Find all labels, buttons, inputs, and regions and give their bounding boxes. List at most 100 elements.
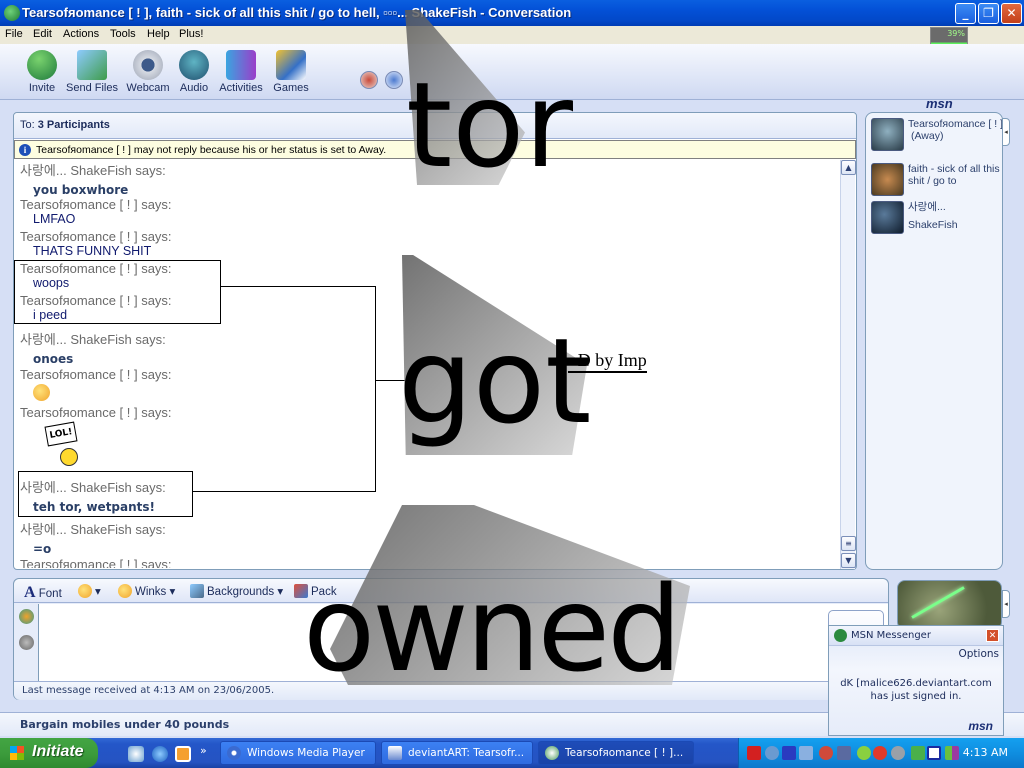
menu-file[interactable]: File (5, 28, 23, 40)
ie-icon[interactable] (152, 746, 168, 762)
task-label: Tearsofяomance [ ! ]... (565, 747, 684, 759)
sign-in-toast[interactable]: MSN Messenger ✕ Options dK [malice626.de… (828, 625, 1004, 736)
tray-messenger-icon[interactable] (765, 746, 779, 760)
message-history[interactable]: 사랑에... ShakeFish says: you boxwhore Tear… (20, 160, 838, 568)
start-button[interactable]: Initiate (0, 738, 98, 768)
menu-edit[interactable]: Edit (33, 28, 52, 40)
emoticon-button[interactable]: ▾ (78, 584, 101, 598)
message-input[interactable] (38, 604, 888, 681)
packs-label: Pack (311, 586, 337, 598)
participant-count[interactable]: 3 Participants (38, 119, 110, 131)
invite-button[interactable]: Invite (24, 50, 60, 94)
participant-avatar (871, 163, 904, 196)
toast-title: MSN Messenger (851, 630, 931, 641)
collapse-display-picture-tab[interactable]: ◂ (1002, 590, 1010, 618)
font-label: Font (38, 588, 62, 600)
tray-grid-icon[interactable] (945, 746, 959, 760)
taskbar-item-media-player[interactable]: Windows Media Player (220, 741, 376, 765)
my-display-picture[interactable] (897, 580, 1002, 630)
games-button[interactable]: Games (272, 50, 310, 94)
audio-label: Audio (179, 82, 209, 94)
msn-logo: msn (926, 96, 953, 111)
menu-help[interactable]: Help (147, 28, 170, 40)
webcam-label: Webcam (126, 82, 170, 94)
tray-play-icon[interactable] (927, 746, 941, 760)
message: Tearsofяomance [ ! ] says: LOL! (20, 405, 172, 468)
scroll-thumb[interactable]: ≡ (841, 536, 856, 551)
handwriting-icon[interactable] (19, 609, 34, 624)
to-bar: To: 3 Participants (14, 113, 856, 139)
messenger-icon[interactable] (128, 746, 144, 762)
system-tray: 4:13 AM (738, 738, 1024, 768)
last-message-status: Last message received at 4:13 AM on 23/0… (22, 685, 275, 696)
task-label: Windows Media Player (247, 747, 365, 759)
backgrounds-icon (190, 584, 204, 598)
webcam-button[interactable]: Webcam (126, 50, 170, 94)
winks-label: Winks (135, 586, 167, 598)
scroll-down-button[interactable]: ▼ (841, 553, 856, 568)
menu-bar: File Edit Actions Tools Help Plus! (0, 26, 1024, 44)
message-sender: 사랑에... ShakeFish says: (20, 522, 166, 537)
tray-nvidia-icon[interactable] (857, 746, 871, 760)
tray-bluetooth-icon[interactable] (782, 746, 796, 760)
tray-flash-icon[interactable] (873, 746, 887, 760)
message: 사랑에... ShakeFish says: =o (20, 519, 166, 556)
send-files-icon (77, 50, 107, 80)
winks-icon (118, 584, 132, 598)
taskbar-item-deviantart[interactable]: deviantART: Tearsofr... (381, 741, 533, 765)
connector-line (193, 491, 376, 492)
connector-line (375, 380, 405, 381)
audio-button[interactable]: Audio (178, 50, 210, 94)
tray-fox-icon[interactable] (819, 746, 833, 760)
tray-update-icon[interactable] (911, 746, 925, 760)
block-icon[interactable] (360, 71, 378, 89)
activities-button[interactable]: Activities (218, 50, 264, 94)
formatting-toolbar: A Font ▾ Winks ▾ Backgrounds ▾ Pack (14, 579, 888, 603)
toast-options-link[interactable]: Options (958, 648, 999, 660)
quick-launch-chevron-icon[interactable]: » (200, 744, 207, 757)
menu-actions[interactable]: Actions (63, 28, 99, 40)
composer-status-line: Last message received at 4:13 AM on 23/0… (14, 681, 888, 700)
voice-clip-icon[interactable] (19, 635, 34, 650)
participant-avatar (871, 118, 904, 151)
toast-message[interactable]: dK [malice626.deviantart.com has just si… (829, 677, 1003, 703)
minimize-button[interactable]: _ (955, 3, 976, 24)
message-text: LMFAO (33, 212, 76, 226)
taskbar-clock[interactable]: 4:13 AM (963, 746, 1008, 759)
rolling-eyes-emoticon (33, 384, 50, 401)
collapse-participants-tab[interactable]: ◂ (1002, 118, 1010, 146)
menu-plus[interactable]: Plus! (179, 28, 203, 40)
restore-button[interactable]: ❐ (978, 3, 999, 24)
msn-logo: msn (968, 719, 993, 733)
message-scrollbar[interactable]: ▲ ≡ ▼ (840, 160, 856, 569)
chevron-down-icon: ▾ (169, 586, 176, 598)
backgrounds-button[interactable]: Backgrounds ▾ (190, 584, 283, 598)
paint-icon[interactable] (385, 71, 403, 89)
backgrounds-label: Backgrounds (207, 586, 275, 598)
to-line: To: 3 Participants (20, 119, 110, 131)
tray-speaker-icon[interactable] (891, 746, 905, 760)
tray-network-icon[interactable] (799, 746, 813, 760)
title-bar[interactable]: Tearsofяomance [ ! ], faith - sick of al… (0, 0, 1024, 26)
clock-icon[interactable] (175, 746, 191, 762)
taskbar-item-conversation[interactable]: Tearsofяomance [ ! ]... (538, 741, 694, 765)
send-files-button[interactable]: Send Files (66, 50, 118, 94)
ad-link[interactable]: Bargain mobiles under 40 pounds (20, 718, 229, 731)
packs-button[interactable]: Pack (294, 584, 337, 598)
tray-network-disconnected-icon[interactable] (837, 746, 851, 760)
message: Tearsofяomance [ ! ] says: LMFAO (20, 197, 172, 226)
message-text: =o (33, 542, 52, 556)
tray-download-icon[interactable] (747, 746, 761, 760)
task-label: deviantART: Tearsofr... (408, 747, 525, 759)
scroll-up-button[interactable]: ▲ (841, 160, 856, 175)
battery-percent: 39% (947, 29, 965, 38)
conversation-panel: To: 3 Participants i Tearsofяomance [ ! … (13, 112, 857, 570)
winks-button[interactable]: Winks ▾ (118, 584, 175, 598)
message: 사랑에... ShakeFish says: teh tor, wetpants… (20, 477, 166, 514)
font-button[interactable]: A Font (24, 584, 62, 602)
menu-tools[interactable]: Tools (110, 28, 136, 40)
audio-icon (179, 50, 209, 80)
close-button[interactable]: ✕ (1001, 3, 1022, 24)
toast-close-button[interactable]: ✕ (986, 629, 999, 642)
participant-subname: ShakeFish (908, 219, 958, 231)
